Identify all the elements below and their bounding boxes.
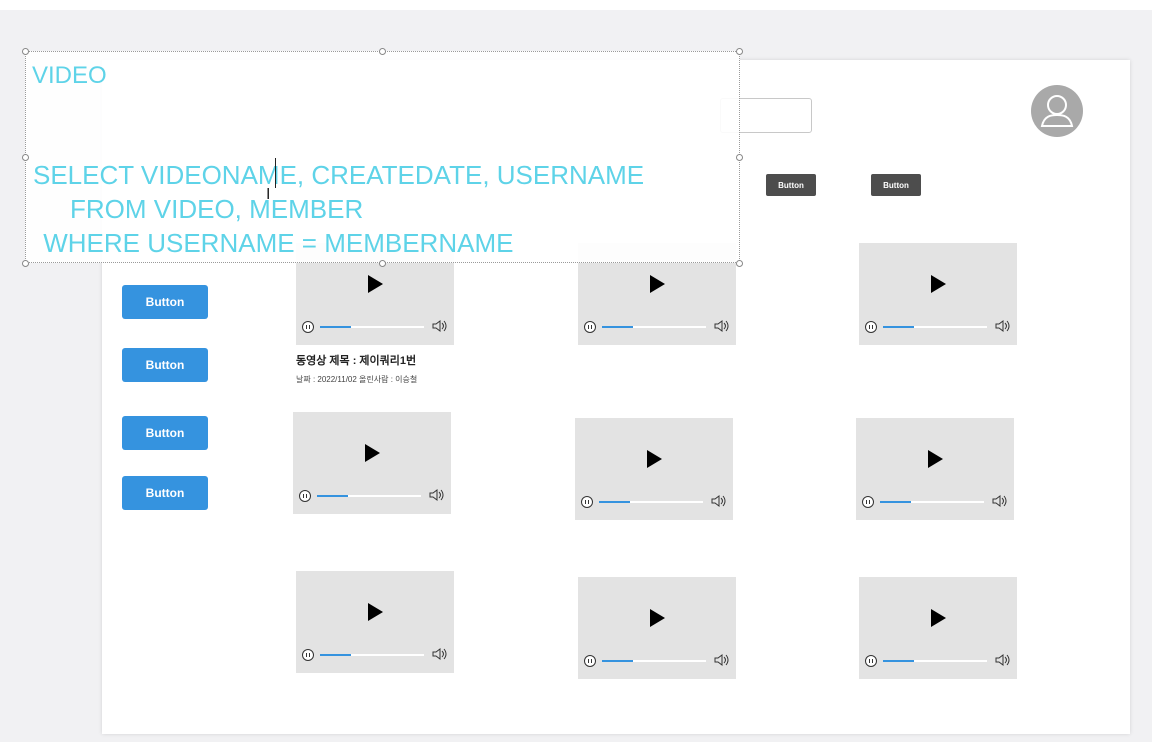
volume-icon[interactable] [992,494,1008,508]
pause-icon[interactable] [302,321,314,333]
video-player[interactable] [293,412,451,514]
seek-bar[interactable] [317,495,421,497]
volume-icon[interactable] [995,653,1011,667]
seek-progress [599,501,631,503]
play-icon[interactable] [368,275,383,293]
text-cursor [275,158,276,188]
resize-handle[interactable] [736,154,743,161]
ibeam-cursor-icon: I [266,186,271,203]
top-strip [0,0,1152,10]
volume-icon[interactable] [429,488,445,502]
volume-icon[interactable] [432,319,448,333]
seek-progress [602,326,634,328]
video-player[interactable] [856,418,1014,520]
resize-handle[interactable] [22,154,29,161]
pause-icon[interactable] [581,496,593,508]
play-icon[interactable] [931,275,946,293]
seek-bar[interactable] [320,654,424,656]
seek-progress [317,495,349,497]
resize-handle[interactable] [379,260,386,267]
volume-icon[interactable] [995,319,1011,333]
volume-icon[interactable] [714,653,730,667]
resize-handle[interactable] [736,260,743,267]
volume-icon[interactable] [432,647,448,661]
seek-bar[interactable] [602,660,706,662]
sidebar-button-2[interactable]: Button [122,348,208,382]
play-icon[interactable] [928,450,943,468]
sidebar-button-3[interactable]: Button [122,416,208,450]
video-player[interactable] [578,577,736,679]
seek-progress [320,326,352,328]
seek-progress [883,326,915,328]
pause-icon[interactable] [299,490,311,502]
pause-icon[interactable] [865,321,877,333]
pause-icon[interactable] [302,649,314,661]
pause-icon[interactable] [865,655,877,667]
top-button-1[interactable]: Button [766,174,816,196]
resize-handle[interactable] [22,260,29,267]
play-icon[interactable] [647,450,662,468]
seek-progress [880,501,912,503]
play-icon[interactable] [650,275,665,293]
pause-icon[interactable] [584,321,596,333]
sql-line-2: FROM VIDEO, MEMBER [70,194,364,224]
video-title: 동영상 제목 : 제이쿼리1번 [296,355,417,367]
sql-line-1: SELECT VIDEONAME, CREATEDATE, USERNAME [33,160,645,190]
overlay-title: VIDEO [32,62,107,89]
resize-handle[interactable] [22,48,29,55]
pause-icon[interactable] [862,496,874,508]
user-avatar-icon[interactable] [1031,85,1083,137]
seek-bar[interactable] [883,326,987,328]
pause-icon[interactable] [584,655,596,667]
play-icon[interactable] [931,609,946,627]
resize-handle[interactable] [379,48,386,55]
sql-line-3: WHERE USERNAME = MEMBERNAME [36,228,514,258]
volume-icon[interactable] [711,494,727,508]
video-player[interactable] [859,243,1017,345]
seek-progress [320,654,352,656]
seek-bar[interactable] [320,326,424,328]
seek-bar[interactable] [880,501,984,503]
video-player[interactable] [575,418,733,520]
video-player[interactable] [859,577,1017,679]
seek-bar[interactable] [602,326,706,328]
play-icon[interactable] [365,444,380,462]
seek-bar[interactable] [883,660,987,662]
top-button-2[interactable]: Button [871,174,921,196]
sidebar-button-4[interactable]: Button [122,476,208,510]
volume-icon[interactable] [714,319,730,333]
seek-progress [883,660,915,662]
sidebar-button-1[interactable]: Button [122,285,208,319]
resize-handle[interactable] [736,48,743,55]
play-icon[interactable] [368,603,383,621]
seek-progress [602,660,634,662]
video-player[interactable] [296,571,454,673]
video-meta: 날짜 : 2022/11/02 올린사람 : 이승철 [296,375,418,384]
seek-bar[interactable] [599,501,703,503]
play-icon[interactable] [650,609,665,627]
